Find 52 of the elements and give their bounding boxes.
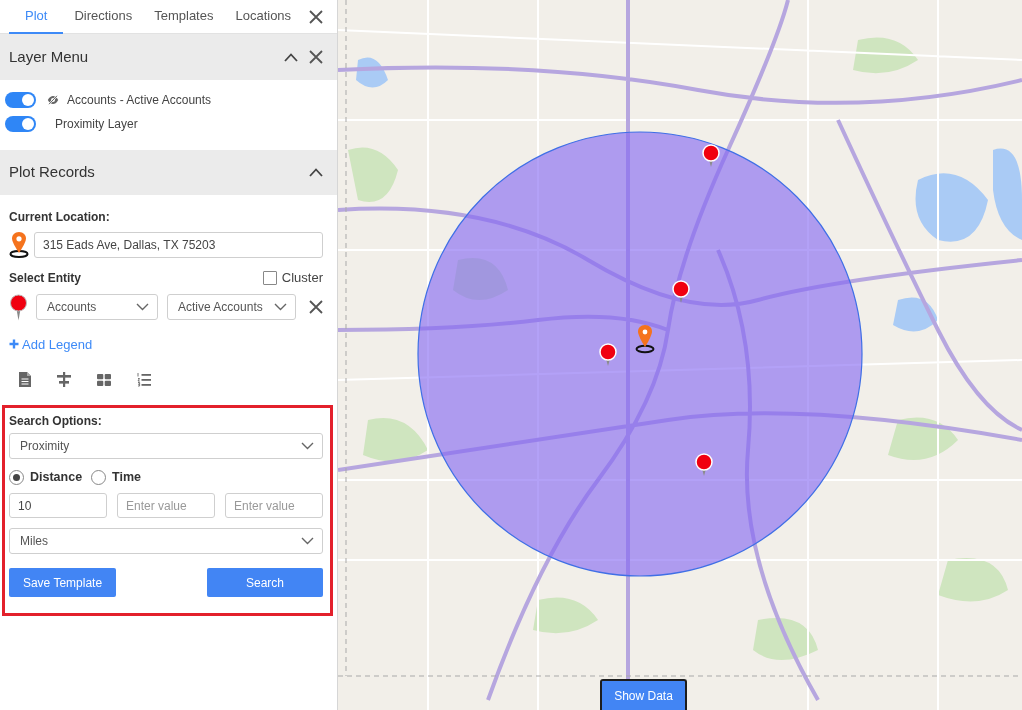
show-data-button[interactable]: Show Data (600, 679, 687, 710)
save-template-button[interactable]: Save Template (9, 568, 116, 598)
field-label: Search Options: (9, 413, 103, 430)
chevron-down-icon (301, 537, 314, 546)
checkbox-label: Cluster (281, 269, 323, 287)
location-pin-icon[interactable] (635, 325, 655, 354)
search-type-select[interactable]: Proximity (9, 433, 323, 460)
layer-label: Accounts - Active Accounts (67, 92, 212, 109)
grid-icon[interactable] (97, 373, 111, 386)
filter-select[interactable]: Active Accounts (167, 294, 296, 320)
map-pin-icon[interactable] (672, 280, 690, 303)
layer-label: Proximity Layer (55, 116, 138, 133)
plus-icon (9, 339, 19, 350)
field-label: Select Entity (9, 269, 82, 286)
address-input[interactable]: 315 Eads Ave, Dallas, TX 75203 (34, 231, 323, 258)
radio-label: Distance (30, 468, 83, 486)
toggle-switch[interactable] (5, 92, 36, 108)
value-input[interactable]: Enter value (225, 493, 323, 519)
toggle-switch[interactable] (5, 116, 36, 132)
close-icon[interactable] (309, 300, 323, 314)
close-icon[interactable] (309, 50, 323, 64)
map-pin-icon[interactable] (702, 144, 720, 167)
checkbox[interactable] (262, 270, 277, 285)
section-title: Plot Records (9, 162, 95, 183)
document-icon[interactable] (19, 372, 31, 388)
tab[interactable]: Locations (224, 0, 303, 34)
map-pin-icon (9, 293, 28, 321)
radio-label: Time (112, 468, 142, 486)
map-pin-icon[interactable] (599, 343, 617, 366)
map-pin-icon[interactable] (695, 453, 713, 476)
radio-button[interactable] (9, 469, 24, 485)
chevron-down-icon (301, 442, 314, 451)
close-icon[interactable] (309, 9, 323, 24)
tab[interactable]: Directions (63, 0, 144, 34)
chevron-up-icon[interactable] (284, 51, 298, 63)
add-legend-link[interactable]: Add Legend (9, 334, 93, 354)
unit-select[interactable]: Miles (9, 528, 323, 555)
value-input[interactable]: 10 (9, 493, 107, 519)
tab[interactable]: Templates (143, 0, 225, 34)
chevron-up-icon[interactable] (309, 167, 323, 178)
value-input[interactable]: Enter value (117, 493, 215, 519)
center-align-icon[interactable] (57, 372, 71, 388)
chevron-down-icon (136, 303, 149, 311)
numbered-list-icon[interactable] (137, 372, 151, 388)
location-pin-icon (9, 231, 29, 258)
eye-slash-icon (47, 95, 59, 105)
entity-select[interactable]: Accounts (36, 294, 158, 320)
chevron-down-icon (274, 303, 287, 311)
section-title: Layer Menu (9, 46, 89, 67)
radio-button[interactable] (91, 469, 107, 485)
field-label: Current Location: (9, 209, 111, 225)
search-button[interactable]: Search (207, 568, 323, 598)
